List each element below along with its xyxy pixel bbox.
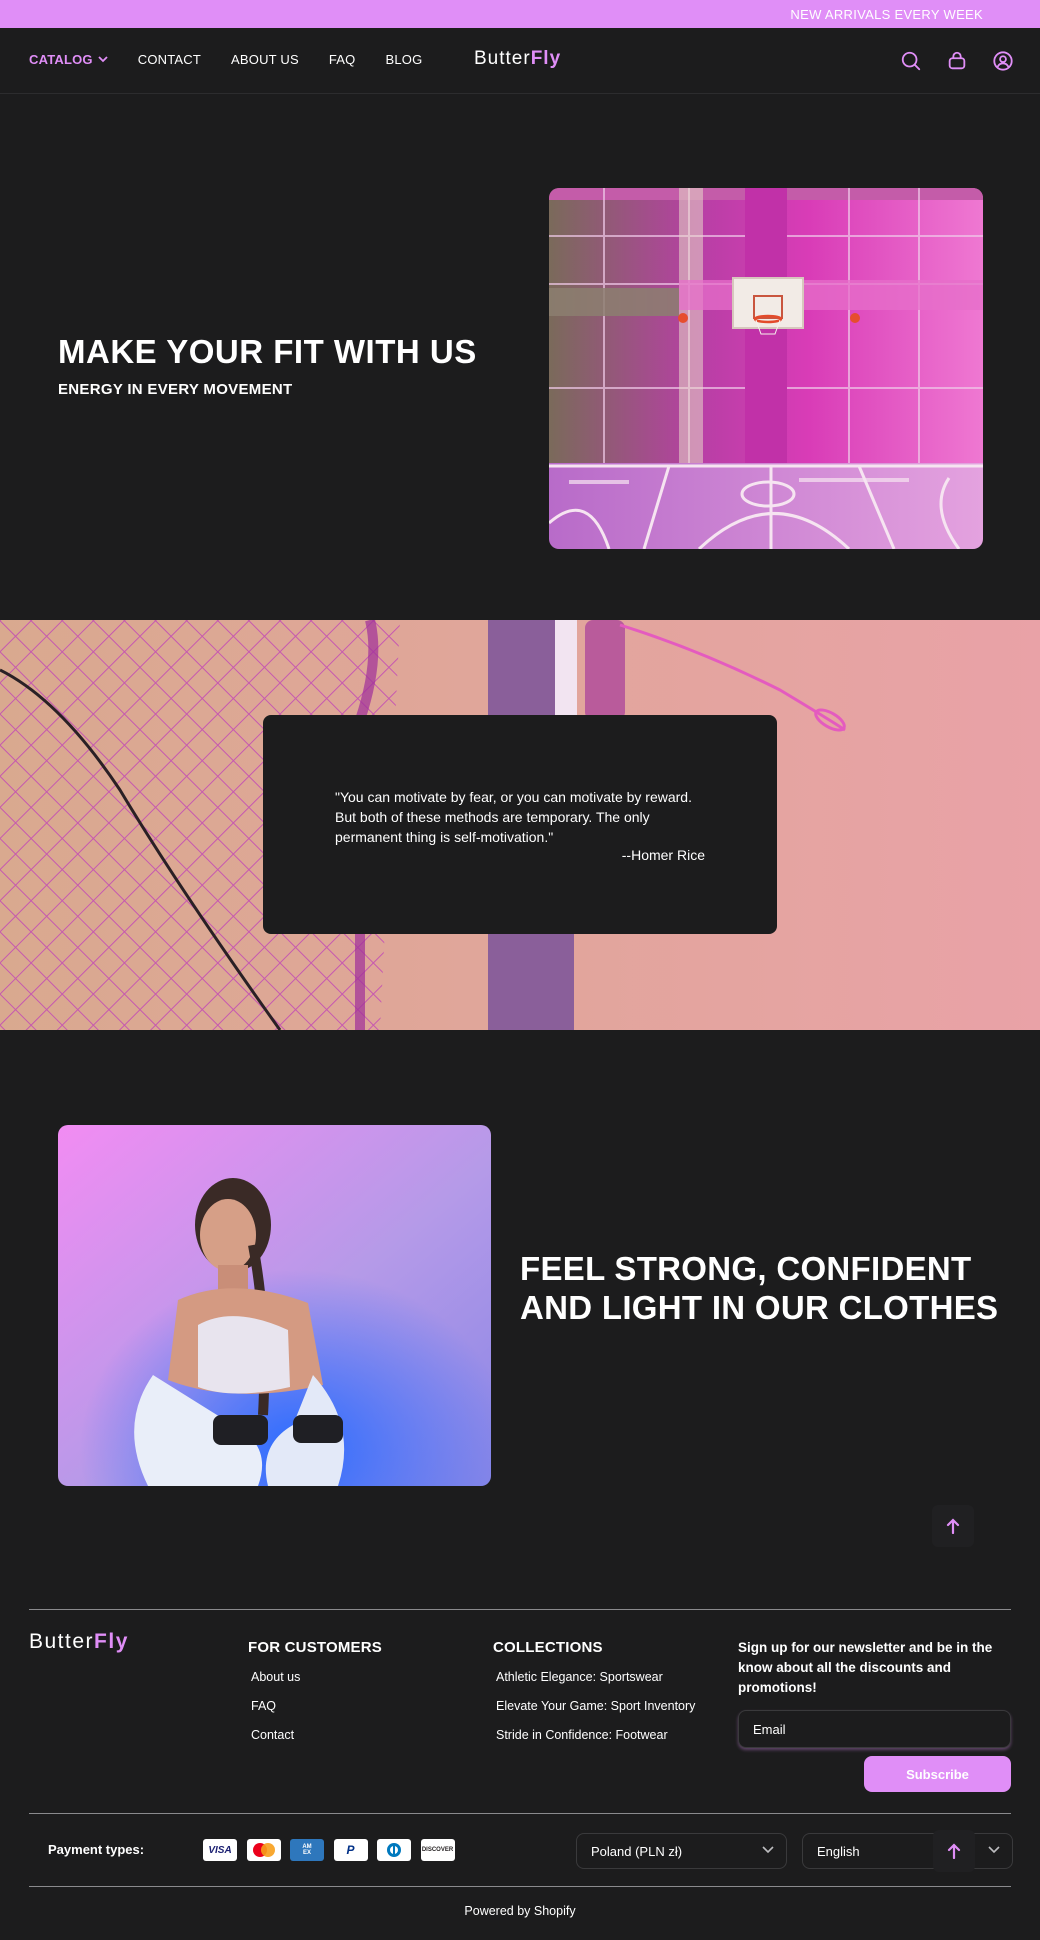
site-header: CATALOG CONTACT ABOUT US FAQ BLOG Butter…	[0, 28, 1040, 94]
quote-text: "You can motivate by fear, or you can mo…	[335, 789, 692, 845]
account-icon[interactable]	[992, 50, 1014, 72]
discover-card-label: DISCOVER	[421, 1847, 454, 1853]
diners-card-icon	[377, 1839, 411, 1861]
feature-title: FEEL STRONG, CONFIDENT AND LIGHT IN OUR …	[520, 1250, 999, 1326]
brand-logo[interactable]: ButterFly	[474, 48, 561, 70]
hero-title: MAKE YOUR FIT WITH US	[58, 333, 477, 370]
footer-divider-bottom	[29, 1886, 1011, 1887]
footer-link-footwear[interactable]: Stride in Confidence: Footwear	[496, 1728, 695, 1742]
discover-card-icon: DISCOVER	[420, 1839, 455, 1861]
amex-card-label-bottom: EX	[302, 1850, 311, 1856]
footer-collections-title: COLLECTIONS	[493, 1639, 603, 1656]
language-selector-value: English	[817, 1843, 860, 1859]
powered-by-shopify[interactable]: Powered by Shopify	[0, 1904, 1040, 1918]
visa-card-label: VISA	[208, 1844, 232, 1856]
main-nav: CATALOG CONTACT ABOUT US FAQ BLOG	[29, 52, 452, 67]
announcement-text: NEW ARRIVALS EVERY WEEK	[790, 7, 983, 22]
payment-cards: VISA AM EX P DISCOVER	[203, 1839, 464, 1861]
amex-card-icon: AM EX	[290, 1839, 324, 1861]
basketball-court-image	[549, 188, 983, 549]
footer-divider-top	[29, 1609, 1011, 1610]
payment-types-label: Payment types:	[48, 1842, 145, 1857]
footer-link-faq[interactable]: FAQ	[251, 1699, 382, 1713]
language-selector[interactable]: English	[802, 1833, 1013, 1869]
nav-item-label: CATALOG	[29, 52, 93, 67]
newsletter-title: Sign up for our newsletter and be in the…	[738, 1640, 993, 1695]
brand-logo-part2: Fly	[530, 48, 562, 69]
nav-item-about-us[interactable]: ABOUT US	[231, 52, 299, 67]
arrow-up-icon	[947, 1843, 961, 1859]
mastercard-logo	[252, 1843, 275, 1857]
quote-card: "You can motivate by fear, or you can mo…	[263, 715, 777, 934]
footer-customers-title: FOR CUSTOMERS	[248, 1639, 382, 1656]
amex-card-label: AM EX	[302, 1844, 311, 1856]
chevron-down-icon	[762, 1846, 774, 1854]
footer-logo-part2: Fly	[94, 1630, 129, 1653]
footer-collections-column: COLLECTIONS Athletic Elegance: Sportswea…	[493, 1639, 695, 1757]
quote-author: --Homer Rice	[621, 847, 705, 863]
footer-logo-part1: Butter	[29, 1630, 95, 1653]
chevron-down-icon	[98, 56, 108, 63]
back-to-top-button[interactable]	[932, 1505, 974, 1547]
bag-icon[interactable]	[946, 50, 968, 72]
feature-section: FEEL STRONG, CONFIDENT AND LIGHT IN OUR …	[0, 1030, 1040, 1610]
nav-item-catalog[interactable]: CATALOG	[29, 52, 108, 67]
announcement-bar: NEW ARRIVALS EVERY WEEK	[0, 0, 1040, 28]
footer-logo[interactable]: ButterFly	[29, 1630, 129, 1654]
footer-divider-middle	[29, 1813, 1011, 1814]
footer-link-contact[interactable]: Contact	[251, 1728, 382, 1742]
country-selector[interactable]: Poland (PLN zł)	[576, 1833, 787, 1869]
mastercard-icon	[246, 1839, 281, 1861]
athlete-illustration	[58, 1125, 491, 1486]
nav-item-contact[interactable]: CONTACT	[138, 52, 201, 67]
footer-link-about-us[interactable]: About us	[251, 1670, 382, 1684]
subscribe-button[interactable]: Subscribe	[864, 1756, 1011, 1792]
athlete-image	[58, 1125, 491, 1486]
paypal-card-label: P	[346, 1843, 355, 1857]
country-selector-value: Poland (PLN zł)	[591, 1843, 683, 1859]
hero-section: MAKE YOUR FIT WITH US ENERGY IN EVERY MO…	[0, 95, 1040, 620]
nav-item-blog[interactable]: BLOG	[385, 52, 422, 67]
header-actions	[876, 50, 1014, 72]
quote-section: "You can motivate by fear, or you can mo…	[0, 620, 1040, 1030]
newsletter-email-input[interactable]	[738, 1710, 1011, 1748]
paypal-card-icon: P	[333, 1839, 368, 1861]
brand-logo-part1: Butter	[474, 48, 531, 69]
nav-item-faq[interactable]: FAQ	[329, 52, 356, 67]
diners-logo	[387, 1843, 401, 1857]
footer-link-sportswear[interactable]: Athletic Elegance: Sportswear	[496, 1670, 695, 1684]
hero-subtitle: ENERGY IN EVERY MOVEMENT	[58, 381, 293, 398]
search-icon[interactable]	[900, 50, 922, 72]
footer-link-sport-inventory[interactable]: Elevate Your Game: Sport Inventory	[496, 1699, 695, 1713]
basketball-court-illustration	[549, 188, 983, 549]
visa-card-icon: VISA	[203, 1839, 237, 1861]
chevron-down-icon	[988, 1846, 1000, 1854]
arrow-up-icon	[946, 1518, 960, 1534]
footer-customers-column: FOR CUSTOMERS About us FAQ Contact	[248, 1639, 382, 1757]
back-to-top-button-footer[interactable]	[933, 1830, 975, 1872]
